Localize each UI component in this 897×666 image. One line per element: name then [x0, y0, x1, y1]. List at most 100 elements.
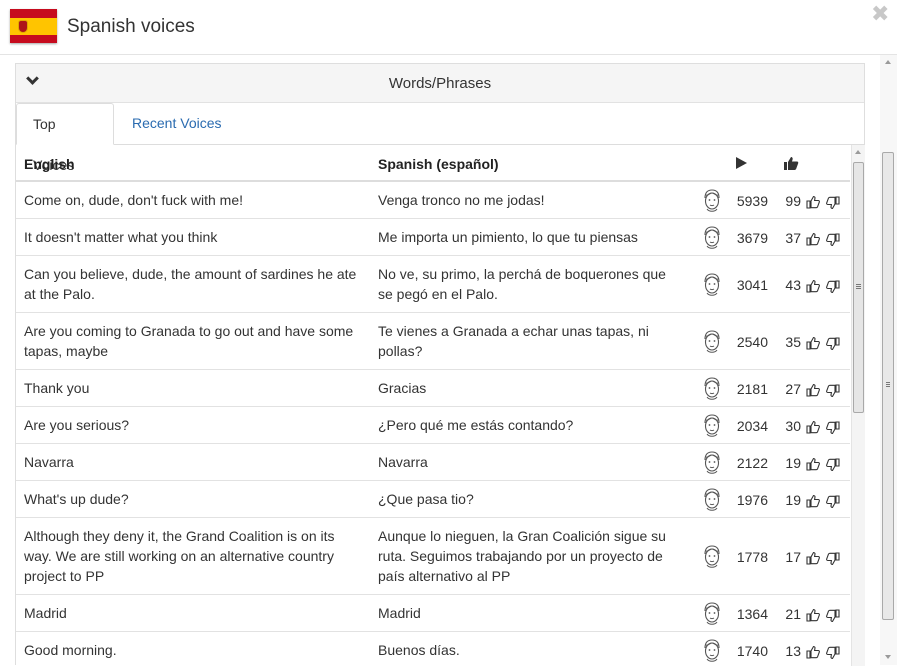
thumbs-down-icon[interactable] — [826, 336, 840, 351]
thumbs-up-icon[interactable] — [806, 644, 820, 659]
column-header-spanish[interactable]: Spanish (español) — [378, 156, 499, 172]
voice-avatar-icon[interactable] — [701, 329, 723, 355]
spanish-phrase: ¿Pero qué me estás contando? — [378, 417, 574, 433]
english-phrase: Come on, dude, don't fuck with me! — [24, 192, 244, 208]
scroll-down-arrow-icon[interactable] — [885, 655, 891, 659]
table-row: Thank you Gracias 2181 27 — [16, 370, 850, 407]
voice-avatar-icon[interactable] — [701, 272, 723, 298]
english-phrase: Thank you — [24, 380, 90, 396]
table-body: Come on, dude, don't fuck with me! Venga … — [16, 182, 850, 666]
thumbs-down-icon[interactable] — [826, 551, 840, 566]
vote-count: 19 — [785, 455, 801, 471]
vote-count: 19 — [785, 492, 801, 508]
thumbs-up-icon[interactable] — [806, 231, 820, 246]
thumbs-down-icon[interactable] — [826, 494, 840, 509]
thumbs-up-icon[interactable] — [806, 194, 820, 209]
table-row: Can you believe, dude, the amount of sar… — [16, 256, 850, 313]
table-row: It doesn't matter what you think Me impor… — [16, 219, 850, 256]
vote-count: 27 — [785, 381, 801, 397]
dialog-title: Spanish voices — [67, 16, 195, 37]
voice-avatar-icon[interactable] — [701, 544, 723, 570]
scroll-up-arrow-icon[interactable] — [855, 150, 861, 154]
spanish-phrase: Aunque lo nieguen, la Gran Coalición sig… — [378, 528, 666, 584]
thumbs-down-icon[interactable] — [826, 232, 840, 247]
scroll-up-arrow-icon[interactable] — [885, 60, 891, 64]
thumbs-down-icon[interactable] — [826, 195, 840, 210]
play-count: 3041 — [736, 277, 768, 293]
play-count: 1740 — [736, 643, 768, 659]
panel-title: Words/Phrases — [388, 75, 492, 92]
thumbs-up-icon[interactable] — [806, 550, 820, 565]
thumbs-up-icon[interactable] — [806, 456, 820, 471]
voice-avatar-icon[interactable] — [701, 638, 723, 664]
play-icon[interactable] — [736, 157, 747, 169]
voice-avatar-icon[interactable] — [701, 413, 723, 439]
english-phrase: Are you serious? — [24, 417, 130, 433]
table-row: Madrid Madrid 1364 21 — [16, 595, 850, 632]
english-phrase: What's up dude? — [24, 491, 129, 507]
vote-count: 21 — [785, 606, 801, 622]
table-row: Good morning. Buenos días. 1740 13 — [16, 632, 850, 666]
vote-count: 17 — [785, 549, 801, 565]
outer-scrollbar-thumb[interactable] — [882, 152, 894, 620]
vote-count: 30 — [785, 418, 801, 434]
thumbs-up-icon[interactable] — [806, 419, 820, 434]
spanish-phrase: Me importa un pimiento, lo que tu piensa… — [378, 229, 638, 245]
column-header-english[interactable]: English — [24, 156, 75, 172]
voice-avatar-icon[interactable] — [701, 450, 723, 476]
table-scrollbar-thumb[interactable] — [853, 162, 864, 413]
table-scrollbar[interactable] — [851, 145, 865, 666]
thumbs-down-icon[interactable] — [826, 420, 840, 435]
play-count: 3679 — [736, 230, 768, 246]
thumbs-down-icon[interactable] — [826, 279, 840, 294]
voice-tabs: Top Voices Recent Voices — [16, 103, 864, 173]
play-count: 2181 — [736, 381, 768, 397]
panel-header[interactable]: Words/Phrases — [16, 64, 864, 103]
table-row: Are you coming to Granada to go out and … — [16, 313, 850, 370]
spain-flag-icon — [10, 9, 57, 43]
thumbs-up-icon[interactable] — [783, 155, 799, 171]
voice-avatar-icon[interactable] — [701, 601, 723, 627]
thumbs-up-icon[interactable] — [806, 607, 820, 622]
thumbs-up-icon[interactable] — [806, 278, 820, 293]
table-row: What's up dude? ¿Que pasa tio? 1976 19 — [16, 481, 850, 518]
voice-avatar-icon[interactable] — [701, 188, 723, 214]
thumbs-down-icon[interactable] — [826, 383, 840, 398]
spanish-phrase: Buenos días. — [378, 642, 460, 658]
table-row: Are you serious? ¿Pero qué me estás conta… — [16, 407, 850, 444]
play-count: 5939 — [736, 193, 768, 209]
vote-count: 43 — [785, 277, 801, 293]
table-row: Come on, dude, don't fuck with me! Venga … — [16, 182, 850, 219]
thumbs-up-icon[interactable] — [806, 493, 820, 508]
thumbs-down-icon[interactable] — [826, 608, 840, 623]
vote-count: 35 — [785, 334, 801, 350]
play-count: 1364 — [736, 606, 768, 622]
tab-top-voices[interactable]: Top Voices — [16, 103, 114, 173]
vote-count: 37 — [785, 230, 801, 246]
table-header: English Spanish (español) — [16, 145, 850, 182]
english-phrase: Navarra — [24, 454, 74, 470]
vote-count: 99 — [785, 193, 801, 209]
close-icon[interactable]: ✖ — [871, 3, 889, 25]
thumbs-down-icon[interactable] — [826, 457, 840, 472]
voice-avatar-icon[interactable] — [701, 487, 723, 513]
english-phrase: Are you coming to Granada to go out and … — [24, 323, 354, 359]
play-count: 2122 — [736, 455, 768, 471]
english-phrase: It doesn't matter what you think — [24, 229, 218, 245]
play-count: 1976 — [736, 492, 768, 508]
spanish-phrase: ¿Que pasa tio? — [378, 491, 474, 507]
thumbs-down-icon[interactable] — [826, 645, 840, 660]
thumbs-up-icon[interactable] — [806, 335, 820, 350]
thumbs-up-icon[interactable] — [806, 382, 820, 397]
dialog-header: Spanish voices — [0, 0, 897, 55]
tab-recent-voices[interactable]: Recent Voices — [116, 103, 238, 144]
words-phrases-panel: Words/Phrases Top Voices Recent Voices E… — [15, 63, 865, 666]
phrases-table: English Spanish (español) Come on, dude,… — [16, 145, 850, 666]
voice-avatar-icon[interactable] — [701, 225, 723, 251]
spanish-phrase: Gracias — [378, 380, 427, 396]
voice-avatar-icon[interactable] — [701, 376, 723, 402]
spanish-phrase: Madrid — [378, 605, 421, 621]
spanish-phrase: No ve, su primo, la perchá de boquerones… — [378, 266, 666, 302]
english-phrase: Although they deny it, the Grand Coaliti… — [24, 528, 335, 584]
outer-scrollbar[interactable] — [880, 55, 897, 665]
